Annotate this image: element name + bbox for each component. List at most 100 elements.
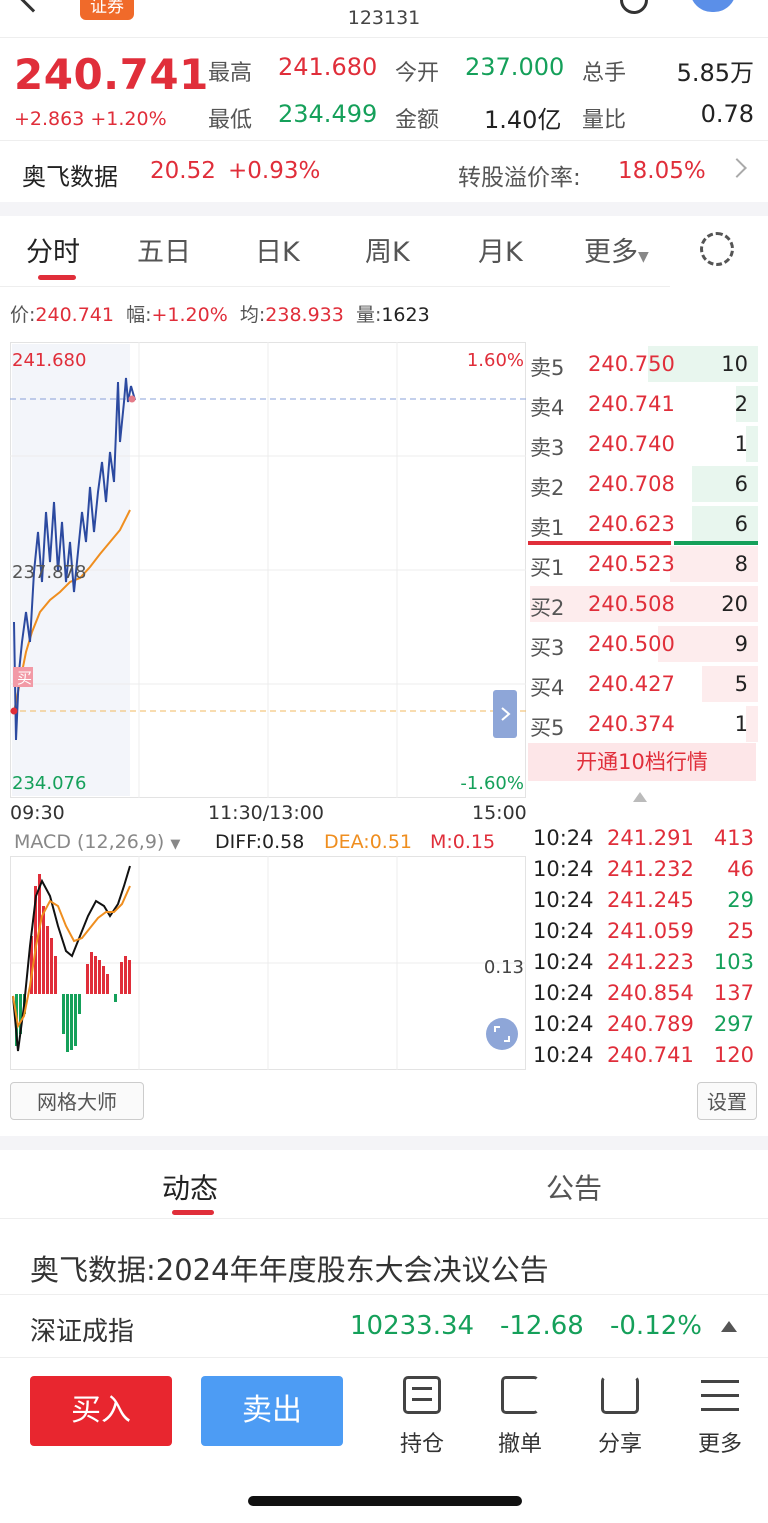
tick-volume: 29 [727,888,754,912]
news-headline[interactable]: 奥飞数据:2024年年度股东大会决议公告 [30,1247,549,1289]
macd-level: 0.13 [484,957,524,978]
tab-more[interactable]: 更多▼ [584,230,649,269]
menu-icon [701,1378,739,1412]
premium-value: 18.05% [618,158,706,184]
tab-intraday[interactable]: 分时 [26,230,80,269]
ask-row-1: 卖1 240.623 6 [530,504,758,544]
bid-row-5: 买5 240.374 1 [530,704,758,744]
tick-row: 10:24 240.741 120 [533,1041,758,1072]
index-ticker-bar[interactable]: 深证成指 10233.34 -12.68 -0.12% [0,1294,768,1358]
ask-row-5: 卖5 240.750 10 [530,344,758,384]
settings-gear-icon[interactable] [700,232,734,266]
chevron-right-icon [727,158,747,178]
share-icon [601,1376,639,1414]
tick-row: 10:24 240.854 137 [533,979,758,1010]
tick-row: 10:24 241.245 29 [533,886,758,917]
chart-mid-price: 237.878 [12,562,86,583]
chart-top-pct: 1.60% [467,350,524,371]
time-start: 09:30 [10,802,65,824]
tick-price: 241.232 [607,857,694,881]
index-name: 深证成指 [30,1317,135,1347]
tick-volume: 137 [713,981,754,1005]
intraday-chart[interactable]: 买 241.680 1.60% 237.878 234.076 -1.60% [10,342,526,798]
grid-master-button[interactable]: 网格大师 [10,1082,144,1120]
fullscreen-icon[interactable] [486,1018,518,1050]
bid-row-4: 买4 240.427 5 [530,664,758,704]
price-change: +2.863 +1.20% [14,108,167,130]
underlying-name: 奥飞数据 [22,163,118,191]
collapse-up-icon[interactable] [633,792,647,802]
tick-row: 10:24 241.291 413 [533,824,758,855]
tick-time: 10:24 [533,919,594,943]
tick-time: 10:24 [533,826,594,850]
tick-price: 241.291 [607,826,694,850]
tick-price: 241.245 [607,888,694,912]
premium-label: 转股溢价率: [458,165,581,191]
bid-row-3: 买3 240.500 9 [530,624,758,664]
tick-time: 10:24 [533,1043,594,1067]
macd-m: M:0.15 [430,831,496,853]
tick-price: 240.789 [607,1012,694,1036]
index-change: -12.68 [500,1311,584,1341]
tick-price: 240.854 [607,981,694,1005]
tick-row: 10:24 240.789 297 [533,1010,758,1041]
active-tab-indicator [172,1210,214,1215]
time-mid: 11:30/13:00 [208,802,324,824]
more-button[interactable]: 更多 [678,1376,762,1457]
time-end: 15:00 [472,802,527,824]
chart-bottom-pct: -1.60% [460,773,524,794]
underlying-stock-row[interactable]: 奥飞数据 20.52 +0.93% 转股溢价率: 18.05% [0,140,768,202]
upgrade-level10-button[interactable]: 开通10档行情 [528,743,756,781]
holdings-button[interactable]: 持仓 [380,1376,464,1457]
tick-volume: 46 [727,857,754,881]
macd-selector[interactable]: MACD (12,26,9) ▼ [14,831,180,853]
high-value: 241.680 [278,53,378,81]
index-pct: -0.12% [610,1311,702,1341]
macd-dea: DEA:0.51 [324,831,413,853]
tab-daily-k[interactable]: 日K [255,230,300,269]
share-button[interactable]: 分享 [578,1376,662,1457]
tab-monthly-k[interactable]: 月K [478,230,523,269]
tick-volume: 103 [713,950,754,974]
tick-time: 10:24 [533,857,594,881]
ask-row-3: 卖3 240.740 1 [530,424,758,464]
macd-chart[interactable]: 0.13 [10,856,526,1070]
tab-announcements[interactable]: 公告 [546,1167,602,1207]
amount-label: 金额 [395,108,440,133]
expand-panel-button[interactable] [493,690,517,738]
macd-diff: DIFF:0.58 [215,831,305,853]
volume-ratio-label: 量比 [582,108,627,133]
tab-weekly-k[interactable]: 周K [365,230,410,269]
tick-row: 10:24 241.059 25 [533,917,758,948]
divider [0,286,670,287]
index-value: 10233.34 [350,1311,475,1341]
settings-button[interactable]: 设置 [697,1082,757,1120]
bid-row-1: 买1 240.523 8 [530,544,758,584]
tick-row: 10:24 241.232 46 [533,855,758,886]
amount-value: 1.40亿 [484,106,562,134]
tab-5day[interactable]: 五日 [137,230,191,269]
buy-button[interactable]: 买入 [30,1376,172,1446]
high-label: 最高 [208,61,253,86]
open-value: 237.000 [465,53,565,81]
divider [0,1136,768,1150]
tick-time: 10:24 [533,981,594,1005]
tick-volume: 120 [713,1043,754,1067]
volume-value: 5.85万 [676,59,754,87]
open-label: 今开 [395,61,440,86]
volume-label: 总手 [582,61,627,86]
low-value: 234.499 [278,100,378,128]
tab-news[interactable]: 动态 [162,1167,218,1207]
underlying-pct: +0.93% [228,158,321,184]
caret-up-icon[interactable] [721,1321,737,1332]
tick-price: 240.741 [607,1043,694,1067]
underlying-price: 20.52 [150,158,216,184]
cancel-order-button[interactable]: 撤单 [478,1376,562,1457]
chart-bottom-price: 234.076 [12,773,86,794]
buy-marker: 买 [17,669,32,687]
tick-time: 10:24 [533,1012,594,1036]
divider [0,202,768,216]
sell-button[interactable]: 卖出 [201,1376,343,1446]
tick-volume: 297 [713,1012,754,1036]
tick-volume: 25 [727,919,754,943]
